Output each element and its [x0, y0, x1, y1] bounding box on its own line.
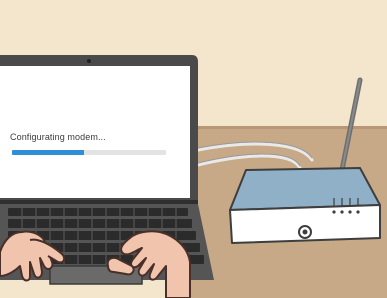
screen-status-panel: Configurating modem...	[10, 132, 180, 155]
status-text: Configurating modem...	[10, 132, 106, 142]
webcam	[87, 59, 91, 63]
progress-bar-fill	[12, 150, 85, 155]
progress-bar	[12, 150, 166, 155]
desk-edge	[190, 126, 387, 129]
illustration-scene	[0, 0, 387, 298]
